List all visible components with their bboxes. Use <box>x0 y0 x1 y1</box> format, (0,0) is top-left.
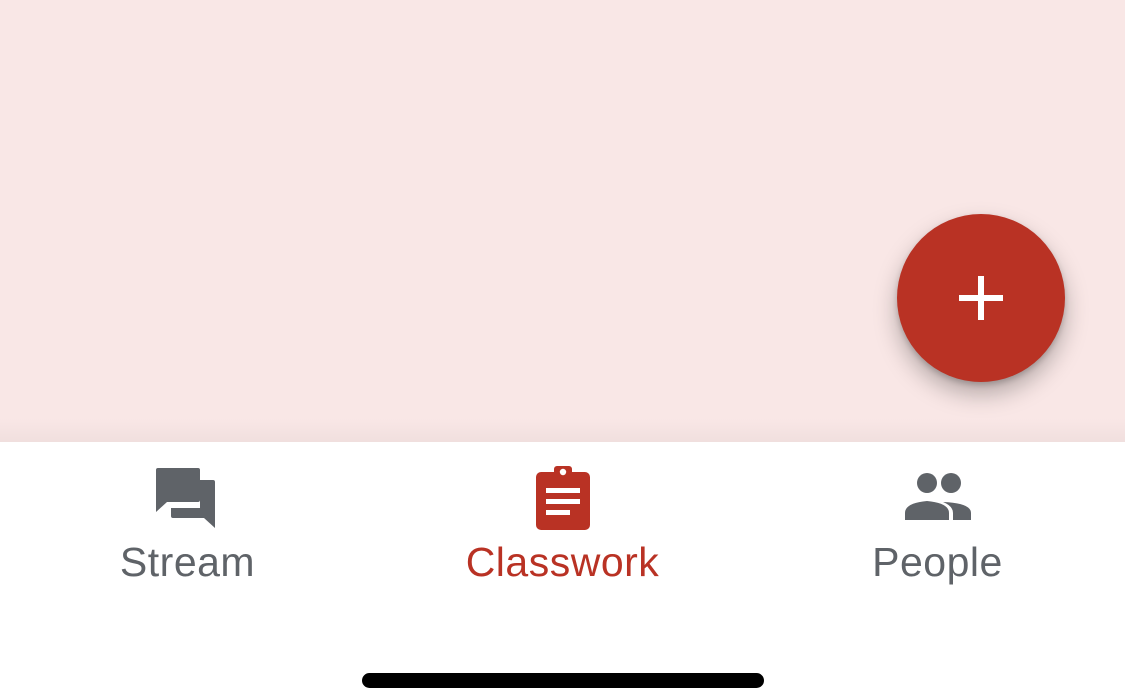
people-icon <box>903 466 973 532</box>
tab-classwork-label: Classwork <box>465 539 660 585</box>
tab-stream-label: Stream <box>119 539 256 585</box>
create-fab-button[interactable] <box>897 214 1065 382</box>
nav-divider-shadow <box>0 418 1125 442</box>
home-indicator[interactable] <box>362 673 764 688</box>
tab-stream[interactable]: Stream <box>0 442 375 612</box>
bottom-navigation: Stream Classwork People <box>0 442 1125 699</box>
plus-icon <box>959 276 1003 320</box>
classwork-icon <box>528 466 598 532</box>
tab-people-label: People <box>872 539 1003 585</box>
tab-people[interactable]: People <box>750 442 1125 612</box>
tab-classwork[interactable]: Classwork <box>375 442 750 612</box>
stream-icon <box>153 466 223 532</box>
